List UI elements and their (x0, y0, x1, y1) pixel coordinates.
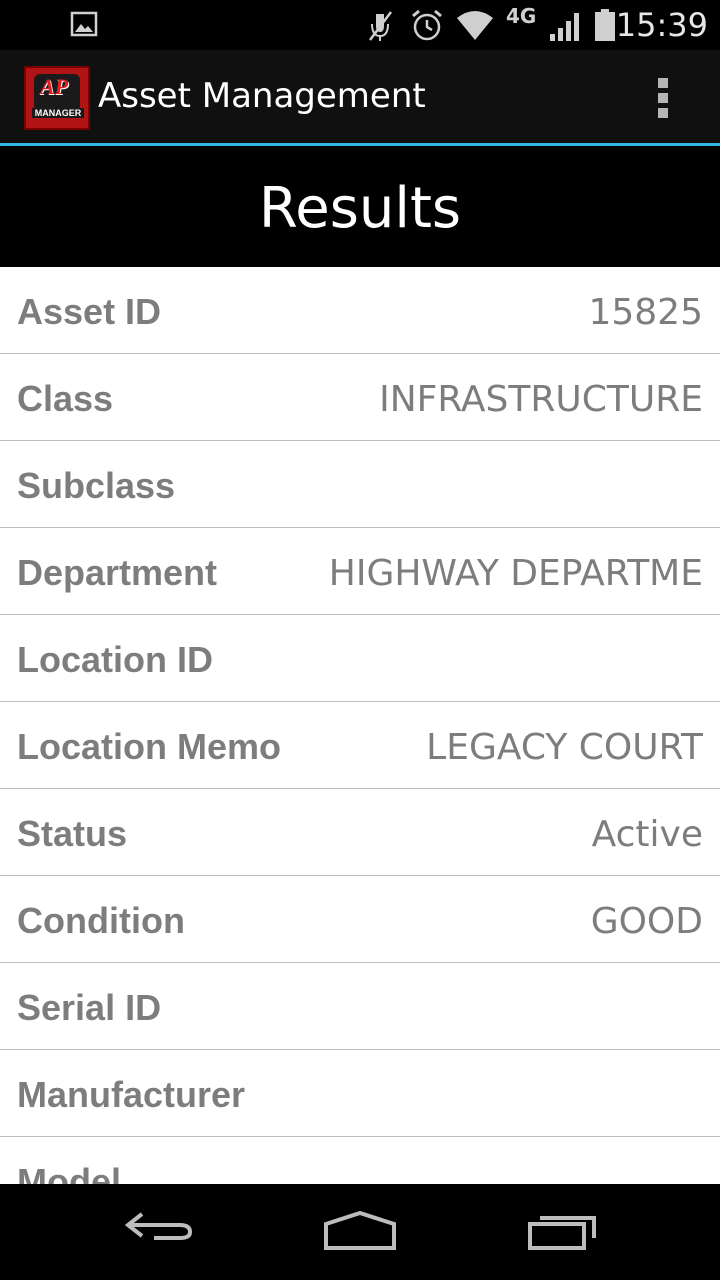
list-item-serial-id[interactable]: Serial ID (0, 963, 720, 1050)
signal-icon (550, 13, 579, 41)
list-item-status[interactable]: Status Active (0, 789, 720, 876)
list-item-class[interactable]: Class INFRASTRUCTURE (0, 354, 720, 441)
field-value: HIGHWAY DEPARTME (328, 553, 703, 594)
logo-mark: AP (40, 74, 69, 99)
mute-icon (369, 11, 392, 41)
overflow-dot (658, 93, 668, 103)
wifi-icon (457, 11, 493, 40)
clock: 15:39 (615, 6, 708, 44)
field-value: INFRASTRUCTURE (379, 379, 703, 420)
status-bar: 4G 15:39 (0, 0, 720, 50)
field-value: LEGACY COURT (426, 727, 703, 768)
field-label: Asset ID (17, 291, 162, 332)
app-title: Asset Management (98, 76, 426, 116)
back-icon[interactable] (124, 1208, 196, 1248)
alarm-icon (412, 9, 442, 41)
field-label: Status (17, 813, 128, 854)
results-header: Results (0, 146, 720, 267)
list-item-manufacturer[interactable]: Manufacturer (0, 1050, 720, 1137)
network-4g-icon: 4G (506, 4, 537, 28)
gallery-notification-icon (70, 11, 98, 37)
field-label: Location ID (17, 639, 213, 680)
asset-details-list[interactable]: Asset ID 15825 Class INFRASTRUCTURE Subc… (0, 267, 720, 1184)
list-item-asset-id[interactable]: Asset ID 15825 (0, 267, 720, 354)
field-label: Manufacturer (17, 1074, 246, 1115)
overflow-dot (658, 78, 668, 88)
list-item-condition[interactable]: Condition GOOD (0, 876, 720, 963)
field-value: Active (591, 814, 703, 855)
field-label: Class (17, 378, 114, 419)
navigation-bar (0, 1184, 720, 1280)
logo-word: MANAGER (32, 108, 84, 118)
field-label: Model (17, 1161, 121, 1184)
list-item-location-memo[interactable]: Location Memo LEGACY COURT (0, 702, 720, 789)
field-label: Serial ID (17, 987, 162, 1028)
action-bar: AP MANAGER Asset Management (0, 50, 720, 146)
list-item-location-id[interactable]: Location ID (0, 615, 720, 702)
field-label: Condition (17, 900, 185, 941)
field-label: Location Memo (17, 726, 282, 767)
recent-apps-icon[interactable] (526, 1208, 600, 1252)
field-label: Department (17, 552, 218, 593)
overflow-dot (658, 108, 668, 118)
page-title: Results (258, 176, 462, 241)
overflow-menu-icon[interactable] (648, 74, 680, 122)
battery-icon (595, 9, 615, 41)
field-value: GOOD (590, 901, 703, 942)
list-item-model[interactable]: Model (0, 1137, 720, 1184)
list-item-subclass[interactable]: Subclass (0, 441, 720, 528)
home-icon[interactable] (322, 1208, 398, 1252)
list-item-department[interactable]: Department HIGHWAY DEPARTME (0, 528, 720, 615)
field-label: Subclass (17, 465, 176, 506)
app-logo[interactable]: AP MANAGER (24, 66, 90, 130)
field-value: 15825 (588, 292, 703, 333)
